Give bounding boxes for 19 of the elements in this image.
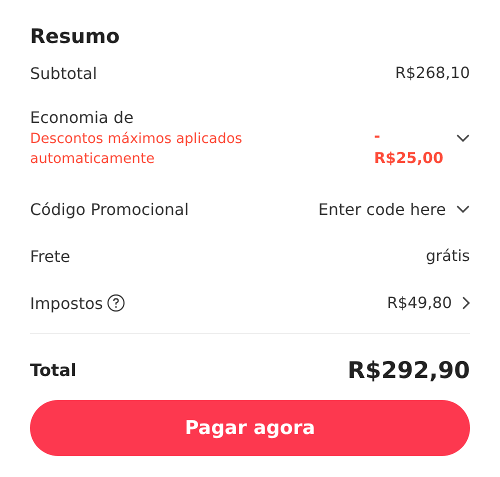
row-label: Impostos xyxy=(30,294,103,312)
chevron-down-icon[interactable] xyxy=(456,134,470,142)
discount-note: Descontos máximos aplicados automaticamente xyxy=(30,130,244,168)
row-value: R$268,10 xyxy=(395,64,470,82)
row-label: Frete xyxy=(30,246,70,266)
pay-now-button[interactable]: Pagar agora xyxy=(30,400,470,456)
total-label: Total xyxy=(30,361,76,381)
chevron-down-icon[interactable] xyxy=(456,205,470,213)
row-value: grátis xyxy=(426,247,470,265)
row-label: Código Promocional xyxy=(30,200,189,218)
row-value: R$49,80 xyxy=(386,294,452,312)
total-amount: R$292,90 xyxy=(348,358,470,384)
help-icon[interactable] xyxy=(106,294,125,312)
summary-title: Resumo xyxy=(30,24,121,48)
row-label: Economia de xyxy=(30,108,134,126)
row-label: Subtotal xyxy=(30,64,98,82)
discount-amount: - R$25,00 xyxy=(374,126,444,169)
chevron-right-icon[interactable] xyxy=(462,296,470,310)
promo-code-dropdown[interactable]: Enter code here xyxy=(318,200,446,218)
